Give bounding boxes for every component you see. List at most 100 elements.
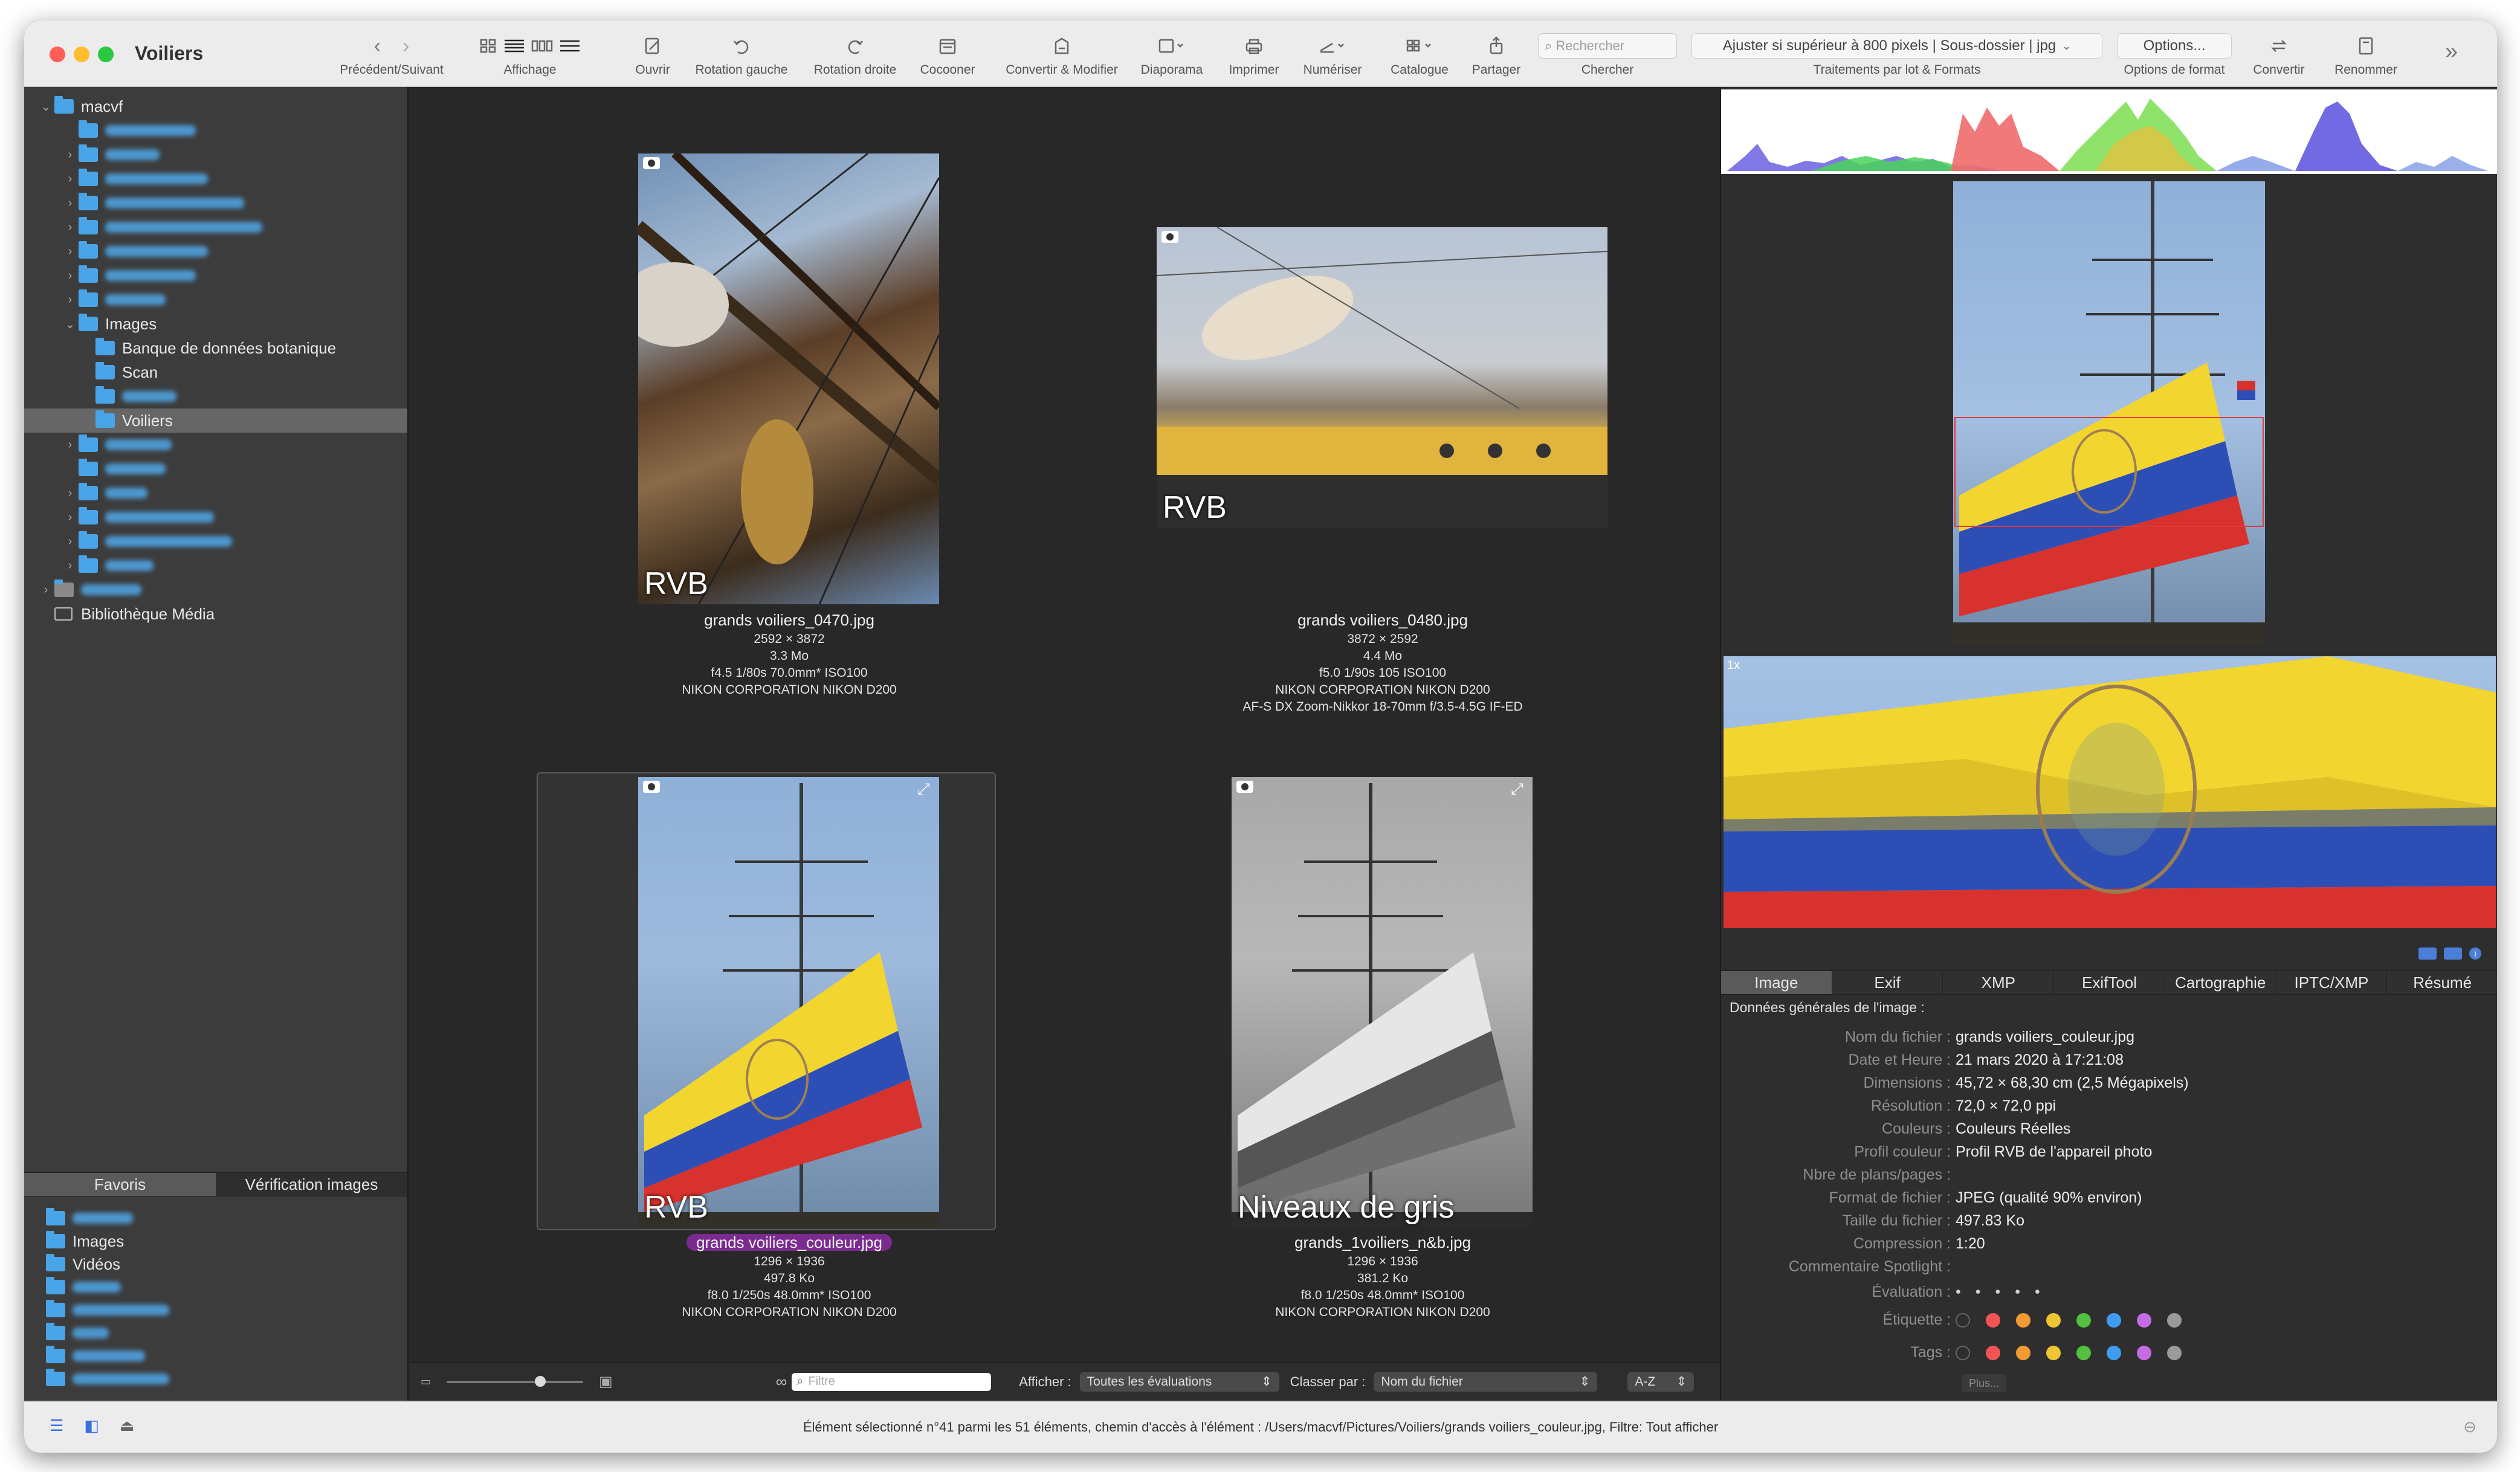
split-panel-icon[interactable]: ◧: [84, 1416, 99, 1435]
filmstrip-view-icon[interactable]: [530, 37, 554, 54]
share-button[interactable]: Partager: [1466, 29, 1527, 83]
slider-knob[interactable]: [535, 1375, 546, 1387]
chevron-right-icon[interactable]: ›: [62, 172, 79, 186]
tree-item-blurred[interactable]: [24, 384, 407, 408]
tab-image[interactable]: Image: [1721, 971, 1832, 994]
open-button[interactable]: Ouvrir: [628, 29, 677, 83]
tree-item-blurred[interactable]: ›: [24, 167, 407, 191]
tree-item-blurred[interactable]: ›: [24, 143, 407, 167]
tree-item-botanique[interactable]: Banque de données botanique: [24, 336, 407, 360]
favorite-item-videos[interactable]: Vidéos: [24, 1252, 407, 1276]
glasses-icon[interactable]: ∞: [776, 1372, 787, 1391]
sort-order-select[interactable]: A-Z ⇕: [1627, 1372, 1695, 1392]
zoom-region-frame[interactable]: [1954, 417, 2264, 527]
chevron-down-icon[interactable]: ⌄: [62, 317, 79, 332]
tree-item-blurred[interactable]: ›: [24, 505, 407, 529]
rename-button[interactable]: Renommer: [2327, 29, 2405, 83]
tree-item-media-library[interactable]: Bibliothèque Média: [24, 602, 407, 626]
thumbnail-filename[interactable]: grands_1voiliers_n&b.jpg: [1171, 1234, 1594, 1251]
chevron-right-icon[interactable]: ›: [62, 486, 79, 500]
thumbnail-image[interactable]: RVB: [1157, 227, 1607, 528]
magnified-preview[interactable]: 1x: [1724, 656, 2496, 928]
scan-button[interactable]: Numériser: [1293, 29, 1372, 83]
tab-exiftool[interactable]: ExifTool: [2054, 971, 2165, 994]
color-dot[interactable]: [2046, 1313, 2061, 1328]
zoom-window-button[interactable]: [98, 47, 114, 62]
sort-select[interactable]: Nom du fichier ⇕: [1374, 1372, 1598, 1392]
thumbnail-image[interactable]: Niveaux de gris: [1232, 777, 1533, 1228]
tree-item-scan[interactable]: Scan: [24, 360, 407, 384]
tree-item-blurred[interactable]: ›: [24, 263, 407, 288]
favorite-item-blurred[interactable]: [24, 1275, 407, 1299]
color-dot[interactable]: [2107, 1313, 2121, 1328]
view-buttons[interactable]: Affichage: [460, 29, 599, 83]
status-minus-icon[interactable]: ⊖: [2463, 1418, 2476, 1436]
detail-view-icon[interactable]: [558, 37, 582, 54]
color-dot[interactable]: [2167, 1346, 2182, 1361]
favorite-item-blurred[interactable]: [24, 1367, 407, 1391]
more-button[interactable]: Plus...: [1962, 1374, 2006, 1392]
color-dot[interactable]: [2137, 1313, 2151, 1328]
tree-item-blurred[interactable]: ›: [24, 215, 407, 239]
tree-item-blurred[interactable]: ›: [24, 239, 407, 263]
histogram-toggle-icon[interactable]: [2444, 947, 2462, 960]
color-dot[interactable]: [2076, 1313, 2091, 1328]
expand-icon[interactable]: ⤢: [1511, 780, 1523, 799]
tab-summary[interactable]: Résumé: [2387, 971, 2497, 994]
color-dot[interactable]: [2107, 1346, 2121, 1361]
tree-item-blurred[interactable]: ›: [24, 288, 407, 312]
chevron-right-icon[interactable]: ›: [62, 293, 79, 307]
tab-iptc[interactable]: IPTC/XMP: [2276, 971, 2388, 994]
tree-item-blurred[interactable]: ›: [24, 578, 407, 602]
chevron-right-icon[interactable]: ›: [62, 511, 79, 525]
nav-buttons[interactable]: ‹ › Précédent/Suivant: [331, 29, 452, 83]
color-dot[interactable]: [1986, 1313, 2000, 1328]
chevron-right-icon[interactable]: ›: [62, 559, 79, 573]
close-window-button[interactable]: [50, 47, 65, 62]
search-input[interactable]: ⌕ Rechercher: [1538, 33, 1677, 59]
rotate-left-button[interactable]: Rotation gauche: [685, 29, 798, 83]
expand-icon[interactable]: ⤢: [917, 780, 930, 799]
chevron-right-icon[interactable]: ›: [62, 269, 79, 283]
color-dot[interactable]: [2076, 1346, 2091, 1361]
filter-input[interactable]: ⌕ Filtre: [792, 1372, 992, 1391]
zoom-100-icon[interactable]: [2418, 947, 2437, 960]
chevron-right-icon[interactable]: ›: [62, 221, 79, 234]
tab-map[interactable]: Cartographie: [2165, 971, 2276, 994]
chevron-right-icon[interactable]: ›: [62, 438, 79, 452]
rotate-right-button[interactable]: Rotation droite: [804, 29, 906, 83]
list-view-icon[interactable]: [502, 37, 526, 54]
color-dot[interactable]: [2167, 1313, 2182, 1328]
print-button[interactable]: Imprimer: [1221, 29, 1287, 83]
catalog-button[interactable]: Catalogue: [1381, 29, 1458, 83]
chevron-right-icon[interactable]: ›: [62, 148, 79, 162]
thumbnail-filename-selected[interactable]: grands voiliers_couleur.jpg: [687, 1234, 892, 1251]
thumbnail-filename[interactable]: grands voiliers_0470.jpg: [578, 612, 1001, 628]
preview-image[interactable]: [1953, 181, 2265, 645]
chevron-right-icon[interactable]: ›: [62, 535, 79, 549]
tree-item-blurred[interactable]: [24, 457, 407, 481]
favorite-item-blurred[interactable]: [24, 1298, 407, 1322]
color-dot[interactable]: [2046, 1346, 2061, 1361]
tray-icon[interactable]: ⏏: [120, 1416, 135, 1435]
tab-favorites[interactable]: Favoris: [24, 1173, 216, 1196]
tab-exif[interactable]: Exif: [1832, 971, 1943, 994]
color-dot[interactable]: [2016, 1346, 2031, 1361]
info-icon[interactable]: i: [2469, 947, 2481, 960]
tree-item-voiliers[interactable]: Voiliers: [24, 408, 407, 433]
chevron-right-icon[interactable]: ›: [62, 196, 79, 210]
tab-xmp[interactable]: XMP: [1943, 971, 2055, 994]
tab-image-check[interactable]: Vérification images: [216, 1173, 407, 1196]
color-dot[interactable]: [2137, 1346, 2151, 1361]
tree-item-blurred[interactable]: ›: [24, 529, 407, 554]
thumbnail-filename[interactable]: grands voiliers_0480.jpg: [1081, 612, 1685, 628]
toolbar-overflow-icon[interactable]: »: [2445, 39, 2458, 65]
rating-filter-select[interactable]: Toutes les évaluations ⇕: [1079, 1372, 1279, 1392]
rating-dots[interactable]: •••••: [1956, 1283, 2055, 1301]
slideshow-button[interactable]: Diaporama: [1134, 29, 1210, 83]
convert-modify-button[interactable]: Convertir & Modifier: [992, 29, 1131, 83]
no-color-icon[interactable]: [1956, 1313, 1970, 1328]
color-dot[interactable]: [1986, 1346, 2000, 1361]
grid-view-icon[interactable]: [478, 37, 499, 54]
favorite-item-images[interactable]: Images: [24, 1229, 407, 1253]
